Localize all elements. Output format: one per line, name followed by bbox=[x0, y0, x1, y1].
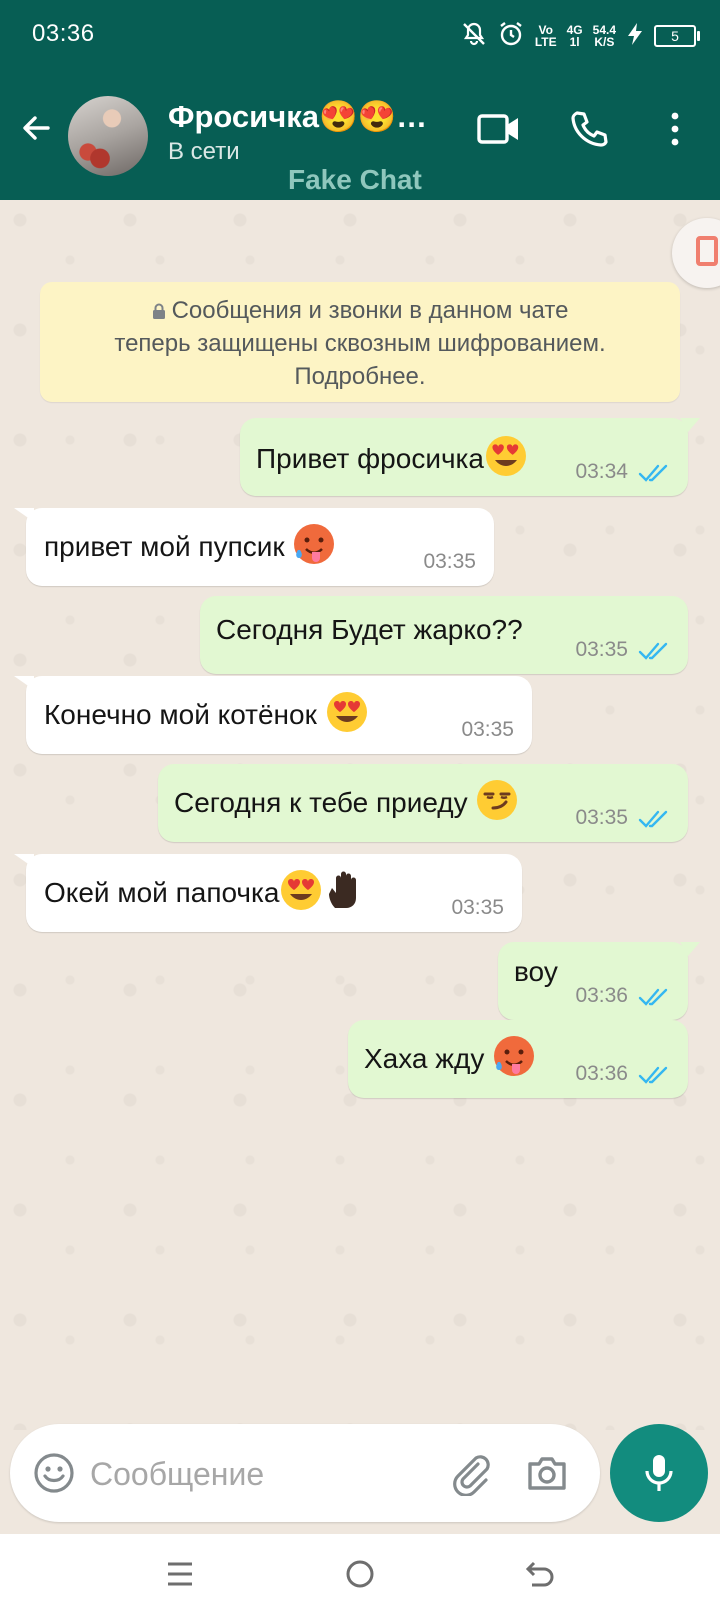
message-bubble[interactable]: Окей мой папочка 03:35 bbox=[14, 854, 522, 932]
emoji-button[interactable] bbox=[32, 1451, 76, 1495]
system-back-button[interactable] bbox=[518, 1552, 562, 1596]
phone-icon bbox=[571, 111, 608, 147]
read-receipt-icon bbox=[638, 810, 668, 828]
arrow-left-icon bbox=[23, 116, 50, 140]
read-receipt-icon bbox=[638, 642, 668, 660]
message-bubble[interactable]: Хаха жду 03:36 bbox=[348, 1020, 688, 1098]
notice-learn-more[interactable]: Подробнее. bbox=[40, 360, 680, 393]
attach-button[interactable] bbox=[448, 1450, 494, 1497]
message-text: воу bbox=[514, 956, 558, 987]
message-bubble[interactable]: Сегодня к тебе приеду 03:35 bbox=[158, 764, 688, 842]
message-bubble[interactable]: воу 03:36 bbox=[498, 942, 700, 1020]
mute-bell-icon bbox=[461, 21, 487, 51]
voice-record-button[interactable] bbox=[610, 1424, 708, 1522]
notice-text-1: Сообщения и звонки в данном чате bbox=[171, 297, 569, 324]
heart-eyes-emoji-icon bbox=[484, 434, 528, 478]
hot-face-emoji-icon bbox=[292, 522, 336, 566]
message-composer bbox=[10, 1424, 600, 1522]
network-indicator: 4G 1l bbox=[567, 24, 583, 48]
more-vertical-icon bbox=[671, 112, 679, 146]
encryption-notice[interactable]: Сообщения и звонки в данном чате теперь … bbox=[40, 282, 680, 402]
charging-icon bbox=[626, 22, 644, 50]
notice-line-2: теперь защищены сквозным шифрованием. bbox=[114, 330, 606, 357]
message-time: 03:35 bbox=[423, 550, 476, 573]
contact-status: В сети bbox=[168, 138, 240, 165]
video-camera-icon bbox=[477, 114, 518, 144]
voice-call-button[interactable] bbox=[564, 104, 614, 154]
status-bar: 03:36 Vo LTE 4G 1l 54.4 K/S 5 bbox=[0, 0, 720, 70]
contact-name[interactable]: Фросичка😍😍… bbox=[168, 98, 427, 135]
paperclip-icon bbox=[453, 1455, 490, 1497]
read-receipt-icon bbox=[638, 464, 668, 482]
camera-button[interactable] bbox=[524, 1450, 570, 1496]
top-bar: 03:36 Vo LTE 4G 1l 54.4 K/S 5 Фросичка😍😍… bbox=[0, 0, 720, 200]
message-text: привет мой пупсик bbox=[44, 531, 293, 562]
notice-line-1: Сообщения и звонки в данном чате bbox=[40, 294, 680, 327]
message-time: 03:36 bbox=[575, 1062, 628, 1085]
camera-icon bbox=[528, 1457, 566, 1490]
contact-avatar[interactable] bbox=[68, 96, 148, 176]
message-time: 03:35 bbox=[451, 896, 504, 919]
volte-bottom: LTE bbox=[534, 35, 557, 49]
message-text: Конечно мой котёнок bbox=[44, 699, 325, 730]
message-time: 03:35 bbox=[461, 718, 514, 741]
app-watermark: Fake Chat bbox=[288, 164, 422, 195]
heart-eyes-emoji-icon bbox=[279, 868, 323, 912]
status-time: 03:36 bbox=[32, 20, 95, 47]
raised-hand-emoji-icon bbox=[323, 868, 367, 912]
menu-lines-icon bbox=[168, 1562, 192, 1586]
return-arrow-icon bbox=[525, 1561, 554, 1587]
heart-eyes-emoji-icon bbox=[325, 690, 369, 734]
back-button[interactable] bbox=[14, 106, 58, 150]
more-options-button[interactable] bbox=[650, 104, 700, 154]
message-text: Хаха жду bbox=[364, 1043, 493, 1074]
speed-bottom: K/S bbox=[594, 35, 615, 49]
smiley-icon bbox=[34, 1453, 74, 1493]
message-text: Привет фросичка bbox=[256, 443, 484, 474]
microphone-icon bbox=[645, 1455, 673, 1491]
video-call-button[interactable] bbox=[474, 104, 524, 154]
alarm-icon bbox=[497, 20, 525, 52]
recent-apps-button[interactable] bbox=[158, 1552, 202, 1596]
speed-indicator: 54.4 K/S bbox=[593, 24, 616, 48]
chat-area[interactable]: Сообщения и звонки в данном чате теперь … bbox=[0, 200, 720, 1430]
message-input[interactable] bbox=[88, 1448, 432, 1500]
read-receipt-icon bbox=[638, 988, 668, 1006]
message-time: 03:35 bbox=[575, 806, 628, 829]
hot-face-emoji-icon bbox=[492, 1034, 536, 1078]
floating-app-icon[interactable] bbox=[672, 218, 720, 288]
home-circle-icon bbox=[346, 1560, 374, 1588]
system-nav-bar bbox=[0, 1534, 720, 1612]
message-bubble[interactable]: привет мой пупсик 03:35 bbox=[14, 508, 494, 586]
message-text: Сегодня к тебе приеду bbox=[174, 787, 476, 818]
status-icons: Vo LTE 4G 1l 54.4 K/S 5 bbox=[461, 20, 700, 52]
message-text: Окей мой папочка bbox=[44, 877, 280, 908]
volte-indicator: Vo LTE bbox=[535, 24, 557, 48]
message-time: 03:36 bbox=[575, 984, 628, 1007]
message-bubble[interactable]: Сегодня Будет жарко?? 03:35 bbox=[200, 596, 688, 674]
smirk-emoji-icon bbox=[475, 778, 519, 822]
message-text: Сегодня Будет жарко?? bbox=[216, 614, 523, 645]
chat-header: Фросичка😍😍… В сети Fake Chat bbox=[0, 80, 720, 195]
home-button[interactable] bbox=[338, 1552, 382, 1596]
message-bubble[interactable]: Конечно мой котёнок 03:35 bbox=[14, 676, 532, 754]
message-bubble[interactable]: Привет фросичка 03:34 bbox=[240, 418, 700, 496]
network-bottom: 1l bbox=[569, 35, 580, 49]
message-time: 03:34 bbox=[575, 460, 628, 483]
read-receipt-icon bbox=[638, 1066, 668, 1084]
lock-icon bbox=[152, 303, 165, 319]
battery-indicator: 5 bbox=[654, 25, 700, 47]
message-time: 03:35 bbox=[575, 638, 628, 661]
